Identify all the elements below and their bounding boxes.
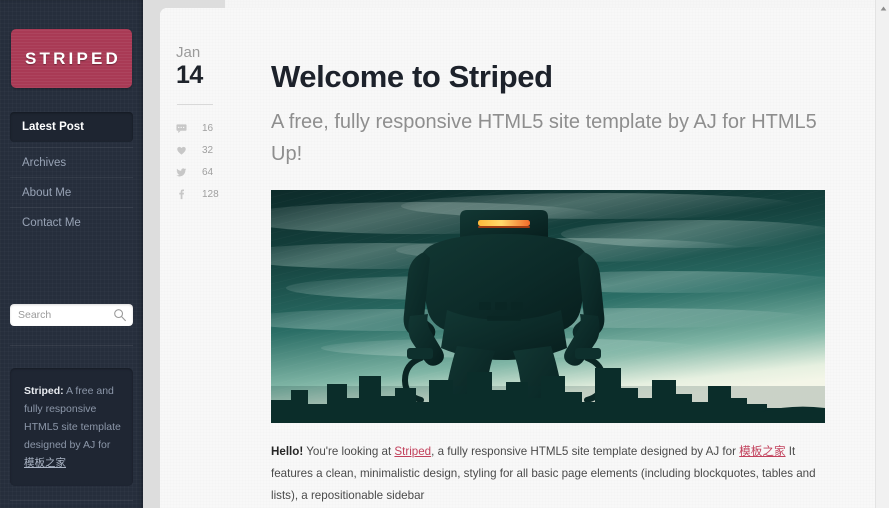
scroll-up-icon[interactable] (876, 2, 889, 14)
page-root: STRIPED Latest Post Archives About Me Co… (0, 0, 889, 508)
robot-city-illustration (271, 190, 825, 423)
meta-stat-value: 128 (202, 188, 219, 200)
vertical-scrollbar[interactable] (875, 0, 889, 508)
meta-stat-value: 64 (202, 166, 214, 178)
post-body: Hello! You're looking at Striped, a full… (271, 441, 827, 507)
post-article: Welcome to Striped A free, fully respons… (271, 0, 827, 507)
sidebar-item-archives[interactable]: Archives (10, 147, 133, 177)
post-body-part1: You're looking at (303, 445, 395, 458)
post-body-lead: Hello! (271, 445, 304, 458)
meta-stat-comments[interactable]: 16 (176, 117, 225, 139)
search-box (10, 304, 133, 326)
page-subtitle: A free, fully responsive HTML5 site temp… (271, 111, 817, 165)
meta-stat-tweets[interactable]: 64 (176, 161, 225, 183)
post-body-link-striped[interactable]: Striped (394, 445, 431, 458)
facebook-icon (176, 188, 192, 200)
hero-image (271, 190, 825, 423)
meta-stat-shares[interactable]: 128 (176, 183, 225, 205)
sidebar-item-label: Latest Post (22, 121, 84, 133)
page-title: Welcome to Striped (271, 59, 553, 94)
sidebar-infobox: Striped: A free and fully responsive HTM… (10, 368, 133, 486)
meta-stat-value: 16 (202, 122, 214, 134)
post-body-part2: , a fully responsive HTML5 site template… (431, 445, 740, 458)
sidebar-item-label: About Me (22, 186, 72, 199)
comment-icon (176, 123, 192, 134)
sidebar-item-label: Archives (22, 156, 67, 169)
infobox-lead: Striped: (24, 385, 64, 397)
meta-stat-value: 32 (202, 144, 214, 156)
sidebar-divider-bottom (10, 500, 133, 501)
post-body-link-cn[interactable]: 模板之家 (739, 445, 785, 458)
sidebar-item-about-me[interactable]: About Me (10, 177, 133, 207)
sidebar-item-latest-post[interactable]: Latest Post (10, 112, 133, 142)
sidebar-divider (10, 345, 133, 346)
sidebar-nav: Latest Post Archives About Me Contact Me (0, 112, 143, 237)
search-input[interactable] (10, 304, 133, 326)
site-logo[interactable]: STRIPED (11, 29, 132, 88)
meta-divider (177, 104, 213, 105)
twitter-icon (176, 167, 192, 178)
site-logo-text: STRIPED (24, 48, 122, 68)
meta-stat-likes[interactable]: 32 (176, 139, 225, 161)
sidebar-item-label: Contact Me (22, 216, 81, 229)
post-day: 14 (176, 61, 203, 89)
post-meta-panel: Jan 14 16 32 64 128 (160, 8, 225, 213)
heart-icon (176, 145, 192, 156)
sidebar: STRIPED Latest Post Archives About Me Co… (0, 0, 143, 508)
post-month: Jan (176, 44, 201, 61)
infobox-link[interactable]: 模板之家 (24, 457, 66, 469)
sidebar-item-contact-me[interactable]: Contact Me (10, 207, 133, 237)
sidebar-infobox-text: Striped: A free and fully responsive HTM… (24, 382, 121, 472)
